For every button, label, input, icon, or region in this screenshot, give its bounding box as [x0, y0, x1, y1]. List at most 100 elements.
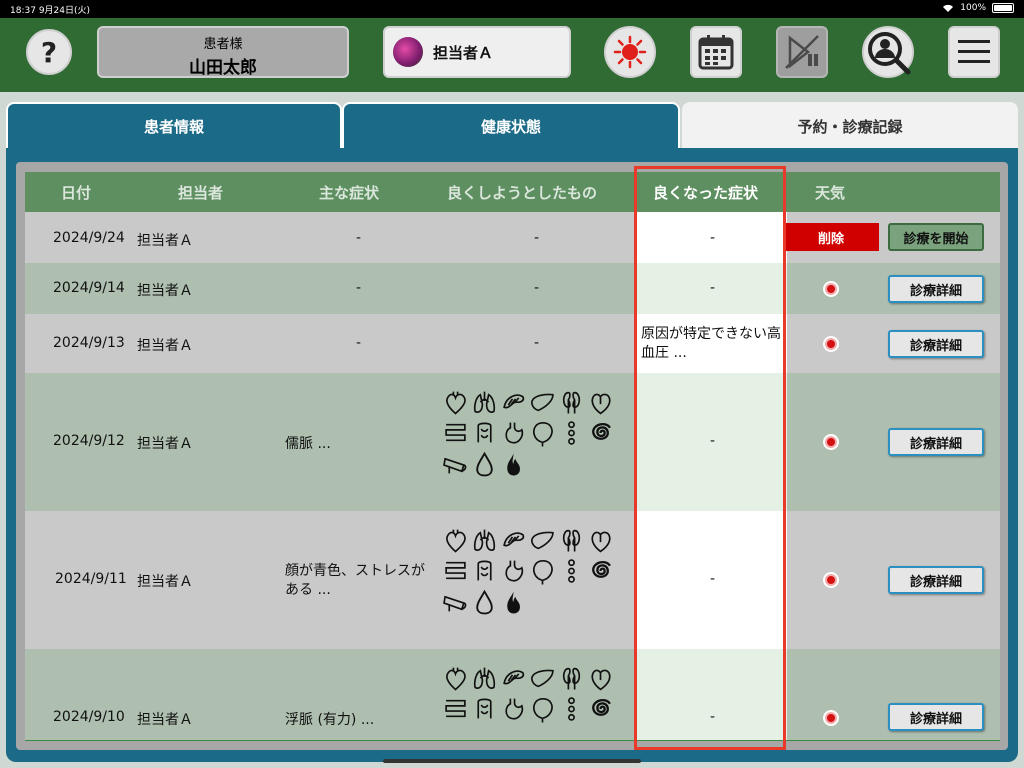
row-staff: 担当者Ａ: [137, 233, 193, 249]
staff-name: 担当者Ａ: [433, 43, 494, 62]
start-treatment-button[interactable]: 診療を開始: [888, 223, 984, 251]
intestine-icon: [443, 695, 468, 723]
lungs-icon: [472, 664, 497, 692]
col-target: 良くしようとしたもの: [447, 184, 598, 202]
play-pause-icon: [785, 35, 819, 69]
calendar-icon: [698, 35, 734, 70]
colon-icon: [472, 419, 497, 447]
table-row[interactable]: 2024/9/12 担当者Ａ 儒脈 ... - 診療詳細: [25, 373, 1000, 511]
treatment-detail-button[interactable]: 診療詳細: [888, 330, 984, 358]
swirl-icon: [588, 419, 613, 447]
row-target: -: [534, 335, 540, 351]
fire-icon: [501, 450, 526, 478]
tube-icon: [443, 588, 468, 616]
battery-icon: [992, 3, 1014, 13]
table-row[interactable]: 2024/9/10 担当者Ａ 浮脈 (有力) ... - 診療詳細: [25, 649, 1000, 740]
patient-name: 山田太郎: [189, 58, 257, 78]
swirl-icon: [588, 557, 613, 585]
table-row[interactable]: 2024/9/24 担当者Ａ - - - 削除 診療を開始: [25, 212, 1000, 263]
chain-icon: [559, 419, 584, 447]
menu-button[interactable]: [948, 26, 1000, 78]
heart-icon: [443, 526, 468, 554]
avatar: [393, 37, 423, 67]
drop-icon: [472, 450, 497, 478]
table-row[interactable]: 2024/9/14 担当者Ａ - - - 診療詳細: [25, 263, 1000, 314]
treatment-detail-button[interactable]: 診療詳細: [888, 275, 984, 303]
swirl-icon: [588, 695, 613, 723]
row-date: 2024/9/24: [53, 230, 125, 246]
treatment-detail-button[interactable]: 診療詳細: [888, 428, 984, 456]
row-symptom: 浮脈 (有力) ...: [285, 712, 375, 728]
battery-percent: 100%: [960, 3, 986, 13]
sun-icon: [823, 336, 839, 352]
patient-box[interactable]: 患者様 山田太郎: [97, 26, 349, 78]
scroll-indicator[interactable]: [383, 759, 641, 763]
chain-icon: [559, 695, 584, 723]
treatment-detail-button[interactable]: 診療詳細: [888, 566, 984, 594]
row-staff: 担当者Ａ: [137, 338, 193, 354]
person-search-icon: [868, 32, 911, 75]
sun-icon: [823, 572, 839, 588]
patient-search-button[interactable]: [862, 26, 914, 78]
play-pause-button[interactable]: [776, 26, 828, 78]
weather-button[interactable]: [604, 26, 656, 78]
delete-button[interactable]: 削除: [783, 223, 879, 251]
heart2-icon: [588, 664, 613, 692]
liver-icon: [530, 664, 555, 692]
organ-icons: [443, 664, 633, 723]
kidneys-icon: [559, 664, 584, 692]
row-staff: 担当者Ａ: [137, 712, 193, 728]
lungs-icon: [472, 526, 497, 554]
row-date: 2024/9/10: [53, 709, 125, 725]
col-weather: 天気: [815, 184, 846, 202]
pancreas-icon: [501, 388, 526, 416]
colon-icon: [472, 695, 497, 723]
row-symptom: -: [356, 335, 362, 351]
table-bottom-border: [25, 740, 1000, 741]
row-date: 2024/9/11: [55, 571, 127, 587]
stomach-icon: [501, 419, 526, 447]
fire-icon: [501, 588, 526, 616]
kidneys-icon: [559, 388, 584, 416]
liver-icon: [530, 388, 555, 416]
heart-icon: [443, 664, 468, 692]
lungs-icon: [472, 388, 497, 416]
table-row[interactable]: 2024/9/11 担当者Ａ 顔が青色、ストレスがある ... - 診療詳細: [25, 511, 1000, 649]
menu-icon: [958, 40, 990, 63]
chain-icon: [559, 557, 584, 585]
spleen-icon: [530, 419, 555, 447]
tab-appointments[interactable]: 予約・診療記録: [682, 102, 1018, 150]
help-icon: ?: [40, 35, 58, 69]
staff-selector[interactable]: 担当者Ａ: [383, 26, 571, 78]
status-time: 18:37 9月24日(火): [10, 6, 91, 16]
treatment-detail-button[interactable]: 診療詳細: [888, 703, 984, 731]
drop-icon: [472, 588, 497, 616]
row-symptom: 顔が青色、ストレスがある ...: [285, 563, 425, 598]
status-bar: 18:37 9月24日(火) 100%: [0, 0, 1024, 18]
colon-icon: [472, 557, 497, 585]
intestine-icon: [443, 557, 468, 585]
row-staff: 担当者Ａ: [137, 574, 193, 590]
row-date: 2024/9/14: [53, 280, 125, 296]
tab-patient-info[interactable]: 患者情報: [6, 102, 342, 150]
stomach-icon: [501, 557, 526, 585]
tube-icon: [443, 450, 468, 478]
heart-icon: [443, 388, 468, 416]
sun-icon: [823, 281, 839, 297]
row-symptom: -: [356, 280, 362, 296]
sun-icon: [823, 434, 839, 450]
heart2-icon: [588, 388, 613, 416]
table-row[interactable]: 2024/9/13 担当者Ａ - - 原因が特定できない高血圧 ... 診療詳細: [25, 314, 1000, 373]
calendar-button[interactable]: [690, 26, 742, 78]
highlight-frame: [634, 166, 786, 750]
sun-icon: [613, 35, 647, 69]
sun-icon: [823, 710, 839, 726]
help-button[interactable]: ?: [26, 29, 72, 75]
tab-health-status[interactable]: 健康状態: [342, 102, 680, 150]
row-staff: 担当者Ａ: [137, 283, 193, 299]
stomach-icon: [501, 695, 526, 723]
col-symptom: 主な症状: [319, 184, 380, 202]
app-header: ? 患者様 山田太郎 担当者Ａ: [0, 18, 1024, 92]
row-date: 2024/9/12: [53, 433, 125, 449]
records-table: 日付 担当者 主な症状 良くしようとしたもの 良くなった症状 天気 2024/9…: [25, 172, 1000, 740]
